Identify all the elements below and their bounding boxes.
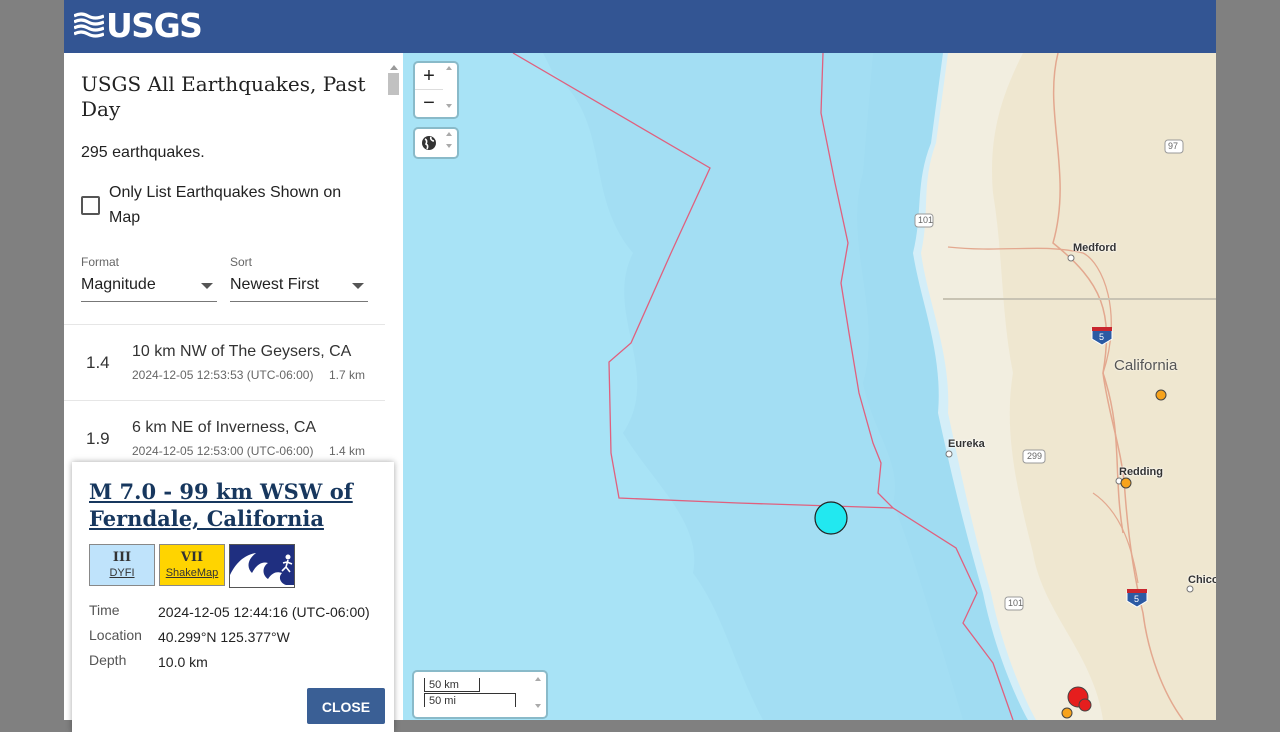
- scale-km: 50 km: [424, 678, 480, 692]
- list-item-time: 2024-12-05 12:53:00 (UTC-06:00): [132, 444, 314, 458]
- layers-control-spinner: [446, 132, 454, 148]
- list-title: USGS All Earthquakes, Past Day: [81, 72, 366, 121]
- scale-mi: 50 mi: [424, 693, 516, 707]
- earthquake-marker[interactable]: [1061, 707, 1073, 719]
- selected-earthquake-marker[interactable]: [814, 501, 848, 535]
- zoom-in-button[interactable]: +: [415, 63, 443, 89]
- close-button[interactable]: CLOSE: [307, 688, 385, 724]
- globe-icon: [422, 136, 436, 150]
- time-value: 2024-12-05 12:44:16 (UTC-06:00): [158, 604, 370, 620]
- zoom-control-spinner: [446, 66, 454, 108]
- chevron-down-icon: [352, 283, 364, 289]
- map-scale: 50 km 50 mi: [414, 672, 546, 717]
- chevron-down-icon: [201, 283, 213, 289]
- dyfi-value: III: [112, 550, 132, 565]
- only-list-shown-label[interactable]: Only List Earthquakes Shown on Map: [109, 180, 371, 230]
- depth-label: Depth: [89, 652, 127, 668]
- usgs-waves-icon: [74, 12, 104, 38]
- format-field: Format Magnitude: [81, 255, 217, 302]
- list-item-magnitude: 1.9: [86, 429, 110, 448]
- list-item-magnitude: 1.4: [86, 353, 110, 372]
- earthquake-marker[interactable]: [1120, 477, 1132, 489]
- only-list-shown-checkbox[interactable]: [81, 196, 100, 215]
- only-list-shown-option[interactable]: Only List Earthquakes Shown on Map: [81, 180, 371, 230]
- shakemap-label: ShakeMap: [165, 567, 219, 579]
- location-label: Location: [89, 627, 142, 643]
- list-item-depth: 1.4 km: [329, 444, 366, 458]
- earthquake-marker[interactable]: [1078, 698, 1092, 712]
- scroll-up-icon[interactable]: [389, 65, 398, 70]
- logo-text: USGS: [106, 6, 203, 45]
- dyfi-label: DYFI: [109, 567, 135, 579]
- format-value: Magnitude: [81, 276, 156, 293]
- time-label: Time: [89, 602, 120, 618]
- format-select[interactable]: Magnitude: [81, 275, 217, 302]
- location-value: 40.299°N 125.377°W: [158, 629, 290, 645]
- popup-earthquake-title[interactable]: M 7.0 - 99 km WSW of Ferndale, Californi…: [89, 478, 379, 532]
- tsunami-icon: [230, 545, 294, 587]
- usgs-logo[interactable]: USGS: [74, 6, 203, 45]
- earthquake-marker[interactable]: [1155, 389, 1167, 401]
- zoom-control: + −: [415, 63, 457, 117]
- header-bar: USGS: [64, 0, 1216, 53]
- format-label: Format: [81, 255, 120, 269]
- depth-value: 10.0 km: [158, 654, 208, 670]
- sort-label: Sort: [230, 255, 253, 269]
- list-item-depth: 1.7 km: [329, 368, 366, 382]
- tsunami-badge[interactable]: [229, 544, 295, 588]
- layers-control[interactable]: [415, 129, 457, 157]
- dyfi-badge[interactable]: III DYFI: [89, 544, 155, 586]
- list-item[interactable]: 1.4 10 km NW of The Geysers, CA 2024-12-…: [64, 324, 385, 400]
- map-view[interactable]: 101 97 299 101 5 5 Medford Eureka Reddin…: [403, 53, 1216, 720]
- list-item-place: 6 km NE of Inverness, CA: [132, 419, 317, 436]
- scrollbar-thumb[interactable]: [388, 73, 399, 95]
- earthquake-popup: M 7.0 - 99 km WSW of Ferndale, Californi…: [72, 462, 394, 732]
- sort-field: Sort Newest First: [230, 255, 368, 302]
- shakemap-value: VII: [180, 550, 204, 565]
- list-item-place: 10 km NW of The Geysers, CA: [132, 343, 352, 360]
- sort-select[interactable]: Newest First: [230, 275, 368, 302]
- earthquake-count: 295 earthquakes.: [81, 144, 205, 161]
- earthquake-markers: [814, 389, 1167, 719]
- zoom-out-button[interactable]: −: [415, 89, 443, 116]
- list-item-time: 2024-12-05 12:53:53 (UTC-06:00): [132, 368, 314, 382]
- sort-value: Newest First: [230, 276, 319, 293]
- scale-spinner: [535, 677, 543, 708]
- shakemap-badge[interactable]: VII ShakeMap: [159, 544, 225, 586]
